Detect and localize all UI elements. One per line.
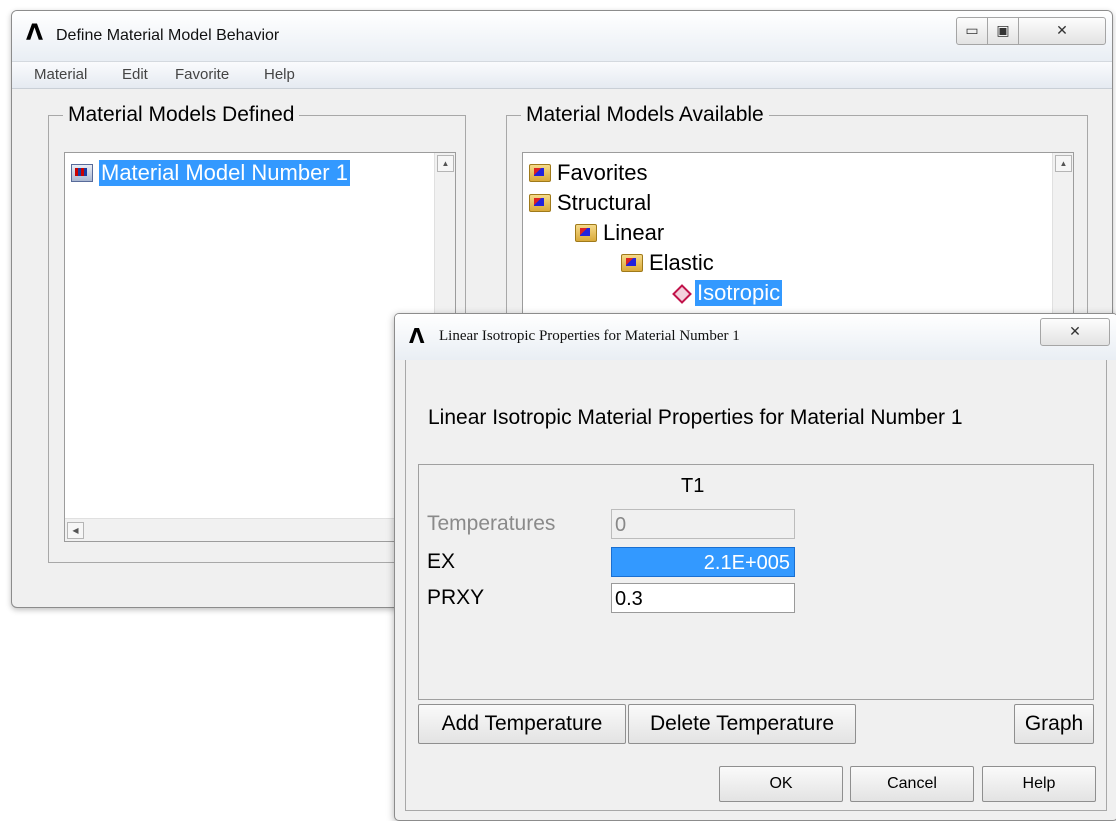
- folder-icon: [529, 194, 551, 212]
- folder-icon: [529, 164, 551, 182]
- folder-icon: [575, 224, 597, 242]
- help-button[interactable]: Help: [982, 766, 1096, 802]
- dialog-heading: Linear Isotropic Material Properties for…: [428, 406, 963, 429]
- close-button[interactable]: ✕: [1018, 17, 1106, 45]
- temperature-field: 0: [611, 509, 795, 539]
- dialog-title: Linear Isotropic Properties for Material…: [439, 328, 740, 344]
- menu-favorite[interactable]: Favorite: [175, 66, 229, 83]
- cancel-button[interactable]: Cancel: [850, 766, 974, 802]
- column-header-t1: T1: [681, 475, 705, 497]
- menu-help[interactable]: Help: [264, 66, 295, 83]
- dialog-body: Linear Isotropic Material Properties for…: [405, 360, 1107, 811]
- list-item[interactable]: Material Model Number 1: [71, 159, 350, 187]
- menu-bar: Material Edit Favorite Help: [12, 61, 1112, 89]
- material-models-defined-label: Material Models Defined: [63, 103, 300, 127]
- row-label-temperatures: Temperatures: [427, 512, 556, 535]
- menu-edit[interactable]: Edit: [122, 66, 148, 83]
- main-window-title: Define Material Model Behavior: [56, 27, 280, 44]
- tree-item-favorites[interactable]: Favorites: [529, 159, 647, 187]
- row-label-ex: EX: [427, 550, 456, 573]
- scroll-up-icon[interactable]: ▲: [1055, 155, 1072, 172]
- minimize-button[interactable]: ▭: [956, 17, 988, 45]
- menu-material[interactable]: Material: [34, 66, 87, 83]
- material-icon: [71, 164, 93, 182]
- ok-button[interactable]: OK: [719, 766, 843, 802]
- tree-item-label: Linear: [603, 220, 665, 245]
- property-table: T1 Temperatures 0 EX 2.1E+005 PRXY 0.3: [418, 464, 1094, 700]
- maximize-button[interactable]: ▣: [987, 17, 1019, 45]
- tree-item-label: Elastic: [649, 250, 714, 275]
- tree-item-label: Structural: [557, 190, 652, 215]
- row-label-prxy: PRXY: [427, 586, 485, 609]
- material-model-label: Material Model Number 1: [99, 160, 350, 186]
- scroll-left-icon[interactable]: ◀: [67, 522, 84, 539]
- graph-button[interactable]: Graph: [1014, 704, 1094, 744]
- tree-item-elastic[interactable]: Elastic: [621, 249, 714, 277]
- ansys-logo-icon: Λ: [409, 324, 425, 348]
- material-models-available-label: Material Models Available: [521, 103, 769, 127]
- tree-item-label: Favorites: [557, 160, 648, 185]
- tree-item-linear[interactable]: Linear: [575, 219, 664, 247]
- ansys-logo-icon: Λ: [26, 21, 44, 46]
- tree-item-label: Isotropic: [695, 280, 783, 306]
- add-temperature-button[interactable]: Add Temperature: [418, 704, 626, 744]
- folder-icon: [621, 254, 643, 272]
- main-title-bar[interactable]: Λ Define Material Model Behavior ▭ ▣ ✕: [12, 11, 1112, 61]
- tree-item-isotropic[interactable]: Isotropic: [673, 279, 783, 307]
- delete-temperature-button[interactable]: Delete Temperature: [628, 704, 856, 744]
- scroll-up-icon[interactable]: ▲: [437, 155, 454, 172]
- linear-isotropic-dialog: Λ Linear Isotropic Properties for Materi…: [394, 313, 1116, 821]
- dialog-title-bar[interactable]: Λ Linear Isotropic Properties for Materi…: [395, 314, 1116, 360]
- prxy-field[interactable]: 0.3: [611, 583, 795, 613]
- ex-field[interactable]: 2.1E+005: [611, 547, 795, 577]
- tree-item-structural[interactable]: Structural: [529, 189, 651, 217]
- diamond-material-icon: [673, 285, 689, 301]
- dialog-close-button[interactable]: ✕: [1040, 318, 1110, 346]
